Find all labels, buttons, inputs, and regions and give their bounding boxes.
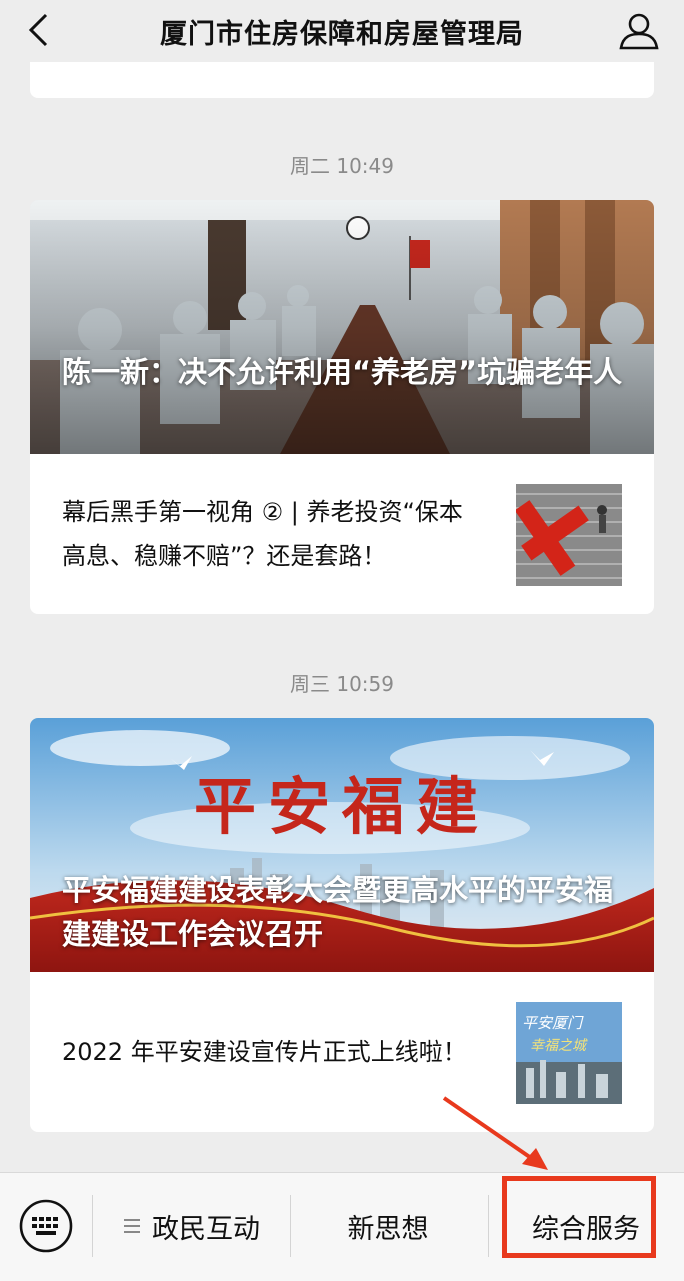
menu-item-xinsixiang[interactable]: 新思想 — [292, 1201, 484, 1251]
svg-text:幸福之城: 幸福之城 — [530, 1038, 588, 1054]
previous-message-card[interactable] — [30, 62, 654, 98]
article-hero[interactable]: 平安福建 平安福建建设表彰大会暨更高水平的平安福建建设工作会议召开 — [30, 718, 654, 972]
keyboard-toggle-button[interactable] — [18, 1198, 74, 1254]
page-title: 厦门市住房保障和房屋管理局 — [160, 18, 524, 50]
header-bar: 厦门市住房保障和房屋管理局 — [0, 0, 684, 62]
meeting-photo — [30, 200, 654, 454]
menu-item-label: 政民互动 — [152, 1213, 260, 1245]
article-card: 陈一新：决不允许利用“养老房”坑骗老年人 幕后黑手第一视角 ② | 养老投资“保… — [30, 200, 654, 614]
menu-divider — [92, 1195, 93, 1257]
article-sub-item[interactable]: 幕后黑手第一视角 ② | 养老投资“保本高息、稳赚不赔”？还是套路！ — [30, 454, 654, 614]
back-button[interactable] — [18, 10, 58, 50]
message-timestamp: 周二 10:49 — [290, 154, 394, 178]
article-hero[interactable]: 陈一新：决不允许利用“养老房”坑骗老年人 — [30, 200, 654, 454]
banner-text: 平安福建 — [194, 770, 490, 843]
article-sub-item[interactable]: 2022 年平安建设宣传片正式上线啦！ 平安厦门 幸福之城 — [30, 972, 654, 1132]
article-sub-title: 幕后黑手第一视角 ② | 养老投资“保本高息、稳赚不赔”？还是套路！ — [62, 498, 463, 570]
user-icon — [619, 13, 659, 50]
article-hero-title: 平安福建建设表彰大会暨更高水平的平安福建建设工作会议召开 — [62, 873, 614, 951]
article-thumbnail: 平安厦门 幸福之城 — [516, 1002, 622, 1104]
chevron-left-icon — [28, 13, 48, 47]
annotation-arrow — [442, 1096, 548, 1170]
annotation-highlight-box — [502, 1176, 656, 1258]
menu-divider — [488, 1195, 489, 1257]
profile-button[interactable] — [616, 8, 662, 54]
menu-lines-icon — [124, 1219, 140, 1233]
article-card: 平安福建 平安福建建设表彰大会暨更高水平的平安福建建设工作会议召开 2022 年… — [30, 718, 654, 1132]
article-hero-title: 陈一新：决不允许利用“养老房”坑骗老年人 — [62, 355, 623, 389]
keyboard-icon — [19, 1199, 73, 1253]
menu-item-zhengmin[interactable]: 政民互动 — [100, 1201, 284, 1251]
article-thumbnail — [516, 484, 622, 586]
menu-item-label: 新思想 — [347, 1213, 429, 1245]
message-timestamp: 周三 10:59 — [290, 672, 394, 696]
menu-divider — [290, 1195, 291, 1257]
thumb-text: 平安厦门 — [522, 1014, 584, 1032]
article-sub-title: 2022 年平安建设宣传片正式上线啦！ — [62, 1038, 467, 1066]
